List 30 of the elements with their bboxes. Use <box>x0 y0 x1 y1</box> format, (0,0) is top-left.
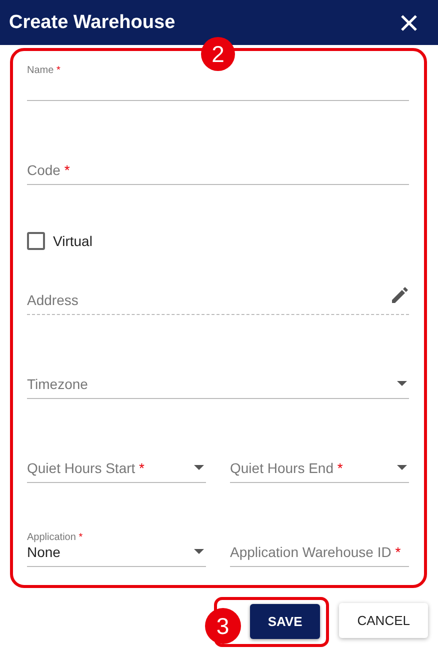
field-label: Application Warehouse ID * <box>230 544 402 560</box>
field-label: Code * <box>27 162 71 178</box>
field-value: None <box>27 544 62 560</box>
field-label: Quiet Hours Start * <box>27 460 146 476</box>
input-field[interactable]: Code * <box>27 149 409 185</box>
save-button[interactable]: SAVE <box>250 604 320 639</box>
field-label: Application * <box>27 532 84 544</box>
checkbox-label: Virtual <box>53 233 92 249</box>
input-field[interactable]: Name * <box>27 65 409 101</box>
dropdown-arrow-icon[interactable] <box>397 465 407 470</box>
dialog-title: Create Warehouse <box>9 12 176 34</box>
dropdown-arrow-icon[interactable] <box>194 549 204 554</box>
select-field[interactable]: Timezone <box>27 363 409 399</box>
step-badge: 2 <box>201 37 235 71</box>
field-label: Address <box>27 292 80 308</box>
dropdown-arrow-icon[interactable] <box>397 381 407 386</box>
dropdown-arrow-icon[interactable] <box>194 465 204 470</box>
cancel-button[interactable]: CANCEL <box>339 603 428 638</box>
checkbox[interactable] <box>27 232 45 250</box>
step-badge: 3 <box>204 608 241 644</box>
field-label: Quiet Hours End * <box>230 460 344 476</box>
field-label: Name * <box>27 65 62 77</box>
select-field[interactable]: Application * None <box>27 531 206 567</box>
input-field[interactable]: Address <box>27 279 409 315</box>
input-field[interactable]: Application Warehouse ID * <box>230 531 409 567</box>
select-field[interactable]: Quiet Hours End * <box>230 447 409 483</box>
pencil-icon[interactable] <box>391 286 409 304</box>
field-label: Timezone <box>27 376 89 392</box>
select-field[interactable]: Quiet Hours Start * <box>27 447 206 483</box>
close-icon[interactable] <box>400 14 418 32</box>
